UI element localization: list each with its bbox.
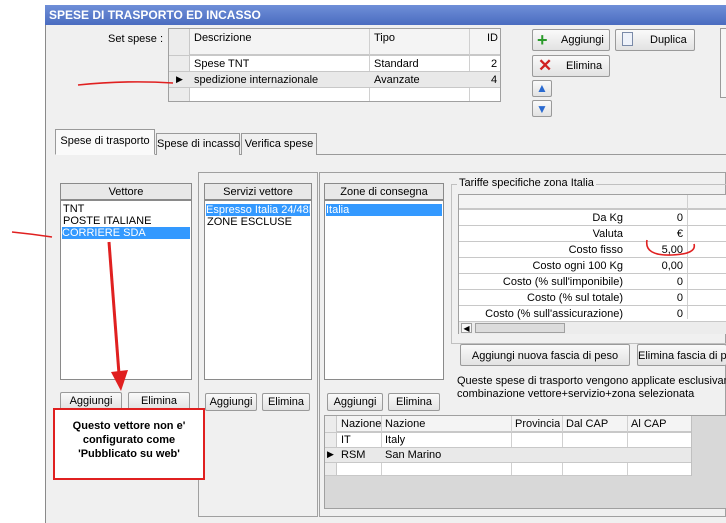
copy-icon	[622, 32, 633, 46]
tariffe-title: Tariffe specifiche zona Italia	[457, 177, 596, 189]
move-down-button[interactable]: ▼	[532, 100, 552, 117]
tariffe-grid: Da Kg 0 Valuta € Costo fisso 5,00 Costo …	[458, 194, 726, 334]
tab-verifica-spese[interactable]: Verifica spese	[241, 133, 317, 155]
arrow-down-icon: ▼	[536, 102, 548, 116]
horizontal-scrollbar[interactable]: ◀	[459, 321, 726, 334]
column-header-tipo[interactable]: Tipo	[374, 32, 395, 44]
table-row[interactable]: Costo (% sull'imponibile) 0	[459, 273, 726, 289]
aggiungi-zona-button[interactable]: Aggiungi	[327, 393, 383, 411]
table-row[interactable]: ▶ spedizione internazionale Avanzate 4	[169, 71, 500, 87]
plus-icon: +	[537, 30, 548, 50]
column-header-al-cap[interactable]: Al CAP	[631, 418, 666, 430]
aggiungi-servizio-button[interactable]: Aggiungi	[205, 393, 257, 411]
delete-x-icon: ✕	[538, 56, 553, 75]
note-line-2: combinazione vettore+servizio+zona selez…	[457, 388, 695, 400]
list-item[interactable]: ZONE ESCLUSE	[207, 216, 292, 228]
zone-list[interactable]: Italia	[324, 200, 444, 380]
column-header-dal-cap[interactable]: Dal CAP	[566, 418, 608, 430]
note-line-1: Queste spese di trasporto vengono applic…	[457, 375, 726, 387]
column-header-nazione-code[interactable]: Nazione	[341, 418, 381, 430]
nazioni-grid: Nazione Nazione Provincia Dal CAP Al CAP…	[324, 415, 726, 509]
scroll-left-icon[interactable]: ◀	[461, 323, 472, 333]
annotation-note-box: Questo vettore non e' configurato come '…	[53, 408, 205, 480]
edge-button[interactable]	[720, 28, 726, 98]
servizi-list[interactable]: Espresso Italia 24/48H ZONE ESCLUSE	[204, 200, 312, 380]
set-spese-label: Set spese :	[108, 33, 164, 45]
delete-weight-band-button[interactable]: Elimina fascia di pe	[637, 344, 726, 366]
table-row[interactable]: IT Italy	[325, 432, 691, 447]
annotation-underline	[77, 81, 174, 86]
annotation-arrow	[107, 241, 128, 391]
zone-header: Zone di consegna	[324, 183, 444, 200]
table-row-new[interactable]	[169, 87, 500, 101]
table-row[interactable]: Costo (% sul totale) 0	[459, 289, 726, 305]
aggiungi-set-button[interactable]: + Aggiungi	[532, 29, 610, 51]
table-row[interactable]: Costo (% sull'assicurazione) 0	[459, 305, 726, 321]
column-header-provincia[interactable]: Provincia	[515, 418, 560, 430]
tab-spese-di-trasporto[interactable]: Spese di trasporto	[55, 129, 155, 155]
list-item[interactable]: TNT	[63, 203, 84, 215]
annotation-dash	[11, 231, 53, 238]
note-text-3: 'Pubblicato su web'	[78, 448, 180, 460]
scrollbar-thumb[interactable]	[475, 323, 565, 333]
window-title: SPESE DI TRASPORTO ED INCASSO	[45, 5, 726, 25]
list-item[interactable]: POSTE ITALIANE	[63, 215, 151, 227]
table-row[interactable]: Spese TNT Standard 2	[169, 55, 500, 71]
row-pointer-icon: ▶	[176, 74, 183, 84]
note-text-2: configurato come	[82, 434, 176, 446]
note-text-1: Questo vettore non e'	[72, 420, 186, 432]
arrow-up-icon: ▲	[536, 81, 548, 95]
table-row[interactable]: ▶ RSM San Marino	[325, 447, 691, 462]
set-spese-grid: Descrizione Tipo ID Spese TNT Standard 2…	[168, 28, 501, 102]
tab-spese-di-incasso[interactable]: Spese di incasso	[156, 133, 240, 155]
table-row-new[interactable]	[325, 462, 691, 476]
annotation-circle	[645, 239, 696, 256]
column-header-nazione[interactable]: Nazione	[385, 418, 425, 430]
add-weight-band-button[interactable]: Aggiungi nuova fascia di peso	[460, 344, 630, 366]
row-pointer-icon: ▶	[327, 449, 334, 459]
list-item-selected[interactable]: CORRIERE SDA	[62, 227, 190, 239]
servizi-header: Servizi vettore	[204, 183, 312, 200]
list-item-selected[interactable]: Italia	[326, 204, 442, 216]
elimina-zona-button[interactable]: Elimina	[388, 393, 440, 411]
column-header-id[interactable]: ID	[487, 32, 498, 44]
elimina-servizio-button[interactable]: Elimina	[262, 393, 310, 411]
move-up-button[interactable]: ▲	[532, 80, 552, 97]
vettore-header: Vettore	[60, 183, 192, 200]
elimina-set-button[interactable]: ✕ Elimina	[532, 55, 610, 77]
list-item-selected[interactable]: Espresso Italia 24/48H	[206, 204, 311, 216]
table-row[interactable]: Da Kg 0	[459, 209, 726, 225]
duplica-set-button[interactable]: Duplica	[615, 29, 695, 51]
column-header-descrizione[interactable]: Descrizione	[194, 32, 251, 44]
